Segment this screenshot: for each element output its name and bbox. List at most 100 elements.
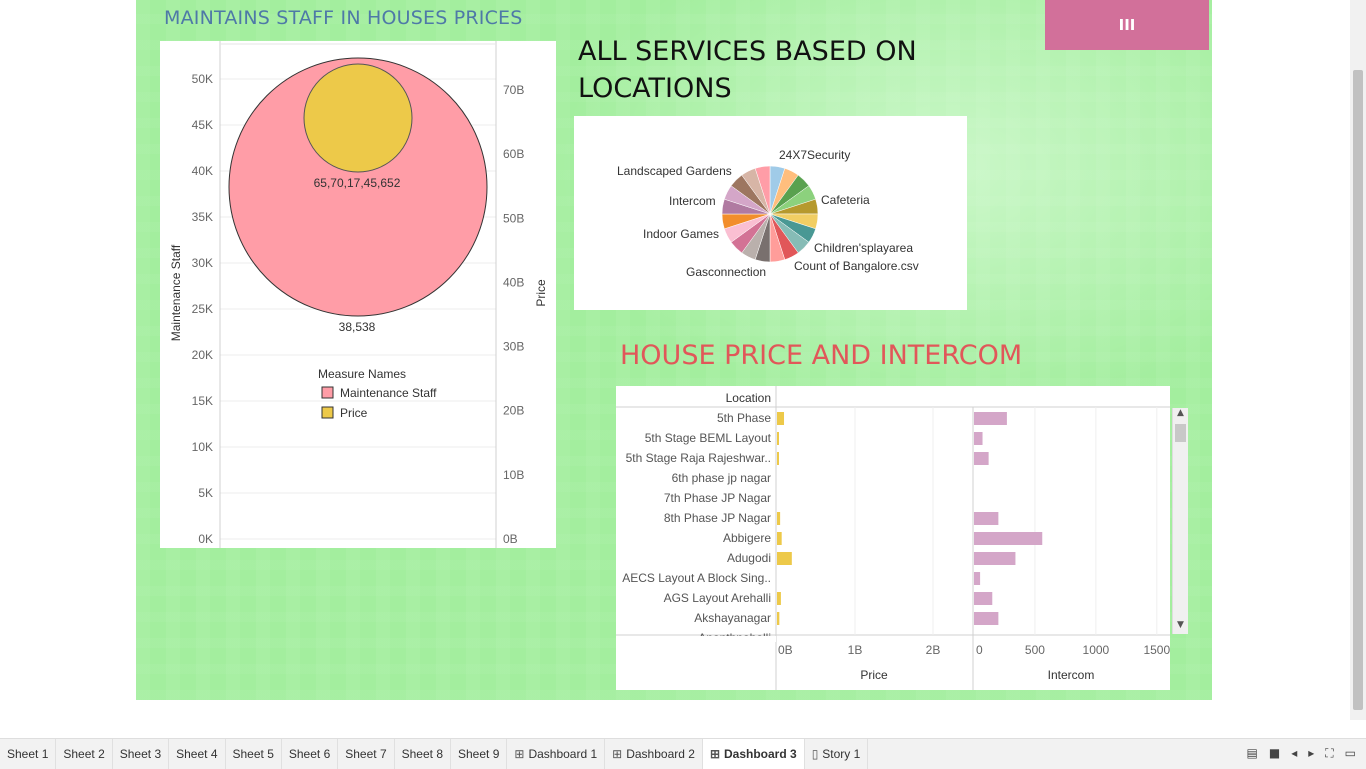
tab-dashboard-3[interactable]: ⊞ Dashboard 3 <box>702 739 805 769</box>
intercom-bar[interactable] <box>974 452 989 465</box>
scroll-up-arrow[interactable]: ▲ <box>1173 408 1188 422</box>
location-row-label[interactable]: Abbigere <box>723 531 771 545</box>
price-bubble[interactable] <box>303 63 413 173</box>
location-header[interactable]: Location <box>726 391 771 405</box>
presentation-mode-icon[interactable]: ▭ <box>1345 746 1356 760</box>
chart2-panel: 24X7Security Cafeteria Children'splayare… <box>574 116 967 310</box>
tab-label: Sheet 2 <box>63 747 105 761</box>
tab-sheet-5[interactable]: Sheet 5 <box>226 739 282 769</box>
tab-label: Dashboard 2 <box>626 747 695 761</box>
chart2-svg[interactable]: 24X7Security Cafeteria Children'splayare… <box>574 116 967 310</box>
location-row-label[interactable]: 6th phase jp nagar <box>672 471 771 485</box>
chart1-right-tick: 20B <box>503 404 524 418</box>
show-sheet-sorter-icon[interactable]: ▤ <box>1247 746 1258 760</box>
tab-story-1[interactable]: ▯ Story 1 <box>805 739 869 769</box>
table-scroll-thumb[interactable] <box>1175 424 1186 442</box>
fullscreen-icon[interactable]: ⛶ <box>1325 746 1333 761</box>
tab-dashboard-1[interactable]: ⊞ Dashboard 1 <box>507 739 606 769</box>
intercom-tick: 500 <box>1025 643 1045 657</box>
legend-swatch-price <box>321 406 334 419</box>
chart3-panel: Location 5th Phase 5th Stage BEML Layout 5… <box>616 386 1188 690</box>
tab-label: Sheet 9 <box>458 747 500 761</box>
chart1-svg[interactable]: 0K 5K 10K 15K 20K 25K 30K 35K 40K 45K 50K 0B 10B 20B… <box>160 41 556 548</box>
chart1-left-tick: 10K <box>192 440 213 454</box>
chart1-right-tick: 10B <box>503 468 524 482</box>
location-row-label[interactable]: 8th Phase JP Nagar <box>664 511 771 525</box>
location-row-label[interactable]: AGS Layout Arehalli <box>664 591 771 605</box>
tab-sheet-7[interactable]: Sheet 7 <box>338 739 395 769</box>
location-row-label[interactable]: Adugodi <box>727 551 771 565</box>
previous-sheet-icon[interactable]: ◂ <box>1291 746 1297 760</box>
price-axis-label: Price <box>860 668 888 682</box>
chart1-panel: 0K 5K 10K 15K 20K 25K 30K 35K 40K 45K 50K 0B 10B 20B… <box>160 41 556 548</box>
intercom-bar[interactable] <box>974 552 1016 565</box>
price-bar[interactable] <box>777 532 782 545</box>
price-bar[interactable] <box>777 432 779 445</box>
tab-sheet-4[interactable]: Sheet 4 <box>169 739 226 769</box>
location-row-label[interactable]: AECS Layout A Block Sing.. <box>622 571 771 585</box>
tab-sheet-2[interactable]: Sheet 2 <box>56 739 113 769</box>
legend-item-price[interactable]: Price <box>340 406 368 420</box>
price-bar[interactable] <box>777 512 781 525</box>
pie-label-24x7security: 24X7Security <box>779 148 850 162</box>
price-bar[interactable] <box>777 592 781 605</box>
location-row-label[interactable]: 5th Phase <box>717 411 771 425</box>
tab-label: Dashboard 1 <box>528 747 598 761</box>
price-bar[interactable] <box>777 452 779 465</box>
chart1-right-tick: 0B <box>503 532 518 546</box>
tab-sheet-3[interactable]: Sheet 3 <box>113 739 170 769</box>
menu-button[interactable]: III <box>1045 0 1209 50</box>
pie-label-intercom: Intercom <box>669 194 716 208</box>
tab-sheet-8[interactable]: Sheet 8 <box>395 739 451 769</box>
tab-sheet-9[interactable]: Sheet 9 <box>451 739 508 769</box>
tab-sheet-1[interactable]: Sheet 1 <box>0 739 57 769</box>
chart1-left-tick: 50K <box>192 72 213 86</box>
price-bar[interactable] <box>777 612 780 625</box>
chart1-left-tick: 35K <box>192 210 213 224</box>
chart1-right-tick: 40B <box>503 275 524 289</box>
scroll-down-arrow[interactable]: ▼ <box>1173 620 1188 634</box>
legend-item-maintenance-staff[interactable]: Maintenance Staff <box>340 386 437 400</box>
tab-label: Sheet 3 <box>119 747 162 761</box>
tab-sheet-6[interactable]: Sheet 6 <box>282 739 339 769</box>
table-scrollbar[interactable]: ▲ ▼ <box>1172 408 1188 634</box>
location-row-label[interactable]: 7th Phase JP Nagar <box>664 491 771 505</box>
tab-label: Sheet 8 <box>401 747 443 761</box>
chart1-left-tick: 40K <box>192 164 213 178</box>
price-bubble-label: 65,70,17,45,652 <box>314 176 401 190</box>
intercom-bar[interactable] <box>974 592 993 605</box>
chart3-title: HOUSE PRICE AND INTERCOM <box>620 340 1023 371</box>
location-row-label[interactable]: Akshayanagar <box>694 611 771 625</box>
sheet-tab-bar: Sheet 1 Sheet 2 Sheet 3 Sheet 4 Sheet 5 Sheet… <box>0 738 1366 769</box>
intercom-bar[interactable] <box>974 612 999 625</box>
price-bar[interactable] <box>777 552 792 565</box>
show-filmstrip-icon[interactable]: ■ <box>1269 746 1280 760</box>
intercom-bar[interactable] <box>974 532 1043 545</box>
maintenance-staff-bubble-label: 38,538 <box>339 320 376 334</box>
page-scroll-thumb[interactable] <box>1353 70 1363 710</box>
tab-nav-controls: ▤ ■ ◂ ▸ ⛶ ▭ <box>1247 738 1357 768</box>
price-tick: 2B <box>926 643 941 657</box>
tab-label: Sheet 5 <box>232 747 274 761</box>
chart1-title: MAINTAINS STAFF IN HOUSES PRICES <box>164 7 523 29</box>
chart1-left-tick: 25K <box>192 302 213 316</box>
intercom-bar[interactable] <box>974 432 983 445</box>
intercom-tick: 1500 <box>1143 643 1170 657</box>
intercom-bar[interactable] <box>974 572 981 585</box>
tab-label: Dashboard 3 <box>724 747 797 761</box>
intercom-bar[interactable] <box>974 412 1007 425</box>
page-scrollbar[interactable] <box>1350 0 1366 720</box>
price-bar[interactable] <box>777 412 785 425</box>
legend-swatch-maintenance-staff <box>321 386 334 399</box>
next-sheet-icon[interactable]: ▸ <box>1308 746 1314 760</box>
chart1-left-tick: 20K <box>192 348 213 362</box>
location-row-label[interactable]: 5th Stage Raja Rajeshwar.. <box>626 451 771 465</box>
location-row-label[interactable]: 5th Stage BEML Layout <box>645 431 772 445</box>
row-clip <box>616 636 776 642</box>
intercom-bar[interactable] <box>974 512 999 525</box>
chart3-svg[interactable]: Location 5th Phase 5th Stage BEML Layout 5… <box>616 386 1170 690</box>
tab-dashboard-2[interactable]: ⊞ Dashboard 2 <box>605 739 703 769</box>
dashboard-icon: ⊞ <box>709 747 720 761</box>
tab-label: Sheet 1 <box>7 747 49 761</box>
pie-label-cafeteria: Cafeteria <box>821 193 870 207</box>
